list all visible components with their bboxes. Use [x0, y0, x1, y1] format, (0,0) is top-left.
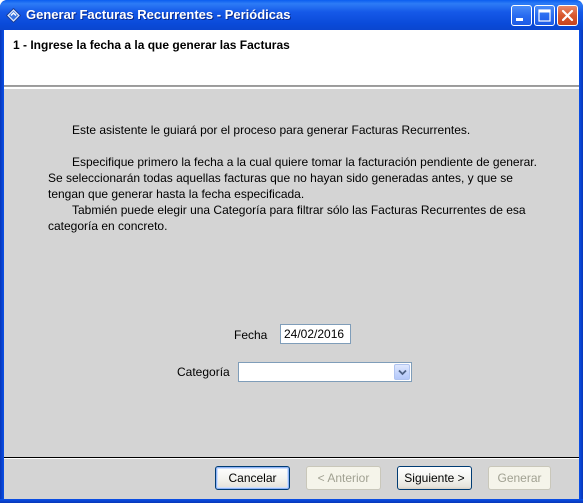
- step-title: 1 - Ingrese la fecha a la que generar la…: [13, 38, 290, 52]
- chevron-down-icon: [398, 369, 407, 376]
- categoria-dropdown-button[interactable]: [394, 364, 410, 380]
- window-border-bottom: [0, 499, 583, 503]
- wizard-window: Generar Facturas Recurrentes - Periódica…: [0, 0, 583, 503]
- close-icon: [561, 9, 574, 22]
- previous-button[interactable]: < Anterior: [306, 466, 381, 490]
- window-border-right: [579, 30, 583, 503]
- next-button[interactable]: Siguiente >: [397, 466, 472, 490]
- step-header: 1 - Ingrese la fecha a la que generar la…: [4, 30, 579, 86]
- instructions-paragraph-3: Tabmién puede elegir una Categoría para …: [48, 203, 526, 233]
- maximize-icon: [538, 9, 551, 22]
- maximize-button[interactable]: [534, 5, 555, 26]
- title-bar[interactable]: Generar Facturas Recurrentes - Periódica…: [0, 0, 583, 30]
- app-logo-icon: [5, 7, 22, 24]
- fecha-label: Fecha: [234, 328, 268, 342]
- fecha-input[interactable]: [280, 324, 351, 344]
- minimize-icon: [516, 18, 523, 21]
- footer-divider-highlight: [4, 458, 579, 459]
- wizard-client-area: 1 - Ingrese la fecha a la que generar la…: [4, 30, 579, 499]
- instructions-paragraph-1: Este asistente le guiará por el proceso …: [72, 123, 471, 137]
- categoria-select[interactable]: [238, 362, 412, 382]
- window-title: Generar Facturas Recurrentes - Periódica…: [26, 7, 291, 22]
- categoria-label: Categoría: [177, 365, 230, 379]
- minimize-button[interactable]: [511, 5, 532, 26]
- header-divider: [4, 86, 579, 89]
- generate-button[interactable]: Generar: [488, 466, 551, 490]
- instructions-paragraph-2: Especifique primero la fecha a la cual q…: [48, 155, 537, 201]
- cancel-button[interactable]: Cancelar: [215, 466, 290, 490]
- close-button[interactable]: [557, 5, 578, 26]
- instructions: Este asistente le guiará por el proceso …: [48, 122, 538, 234]
